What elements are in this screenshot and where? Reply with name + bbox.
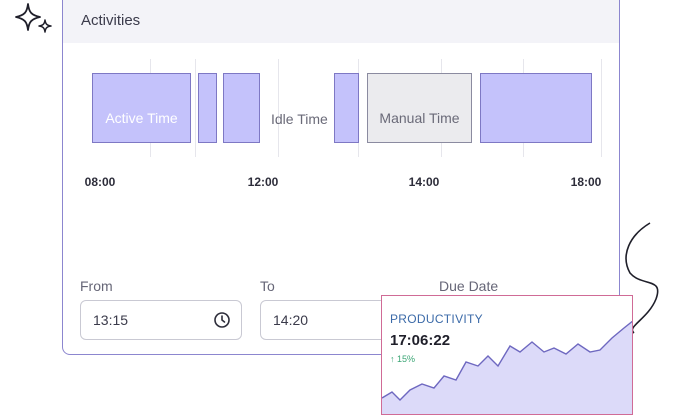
manual-time-block[interactable]: Manual Time [367, 73, 472, 143]
active-time-block[interactable] [334, 73, 359, 143]
active-time-block[interactable] [480, 73, 592, 143]
tick-label: 12:00 [247, 175, 279, 189]
from-value: 13:15 [93, 312, 129, 328]
to-label: To [260, 278, 275, 294]
gridline [278, 59, 279, 157]
gridline [601, 59, 602, 157]
active-time-block[interactable] [223, 73, 260, 143]
to-value: 14:20 [273, 312, 309, 328]
card-header: Activities [63, 0, 619, 43]
idle-time-label: Idle Time [271, 111, 328, 127]
block-label: Manual Time [379, 110, 460, 126]
productivity-title: PRODUCTIVITY [390, 312, 483, 326]
due-date-label: Due Date [439, 278, 499, 294]
card-title: Activities [81, 12, 141, 29]
clock-icon[interactable] [213, 311, 231, 329]
activity-timeline: Active Time Idle Time Manual Time 08:00 … [63, 43, 619, 203]
productivity-time: 17:06:22 [390, 332, 451, 349]
gridline [195, 59, 196, 157]
block-label: Active Time [105, 110, 178, 126]
tick-label: 18:00 [570, 175, 602, 189]
from-label: From [80, 278, 113, 294]
tick-label: 08:00 [84, 175, 116, 189]
from-time-input[interactable]: 13:15 [80, 300, 242, 340]
productivity-widget: PRODUCTIVITY 17:06:22 ↑ 15% [381, 295, 633, 415]
tick-label: 14:00 [408, 175, 440, 189]
active-time-block[interactable]: Active Time [92, 73, 191, 143]
active-time-block[interactable] [198, 73, 217, 143]
productivity-delta: ↑ 15% [390, 354, 416, 364]
sparkle-icon [15, 3, 52, 33]
